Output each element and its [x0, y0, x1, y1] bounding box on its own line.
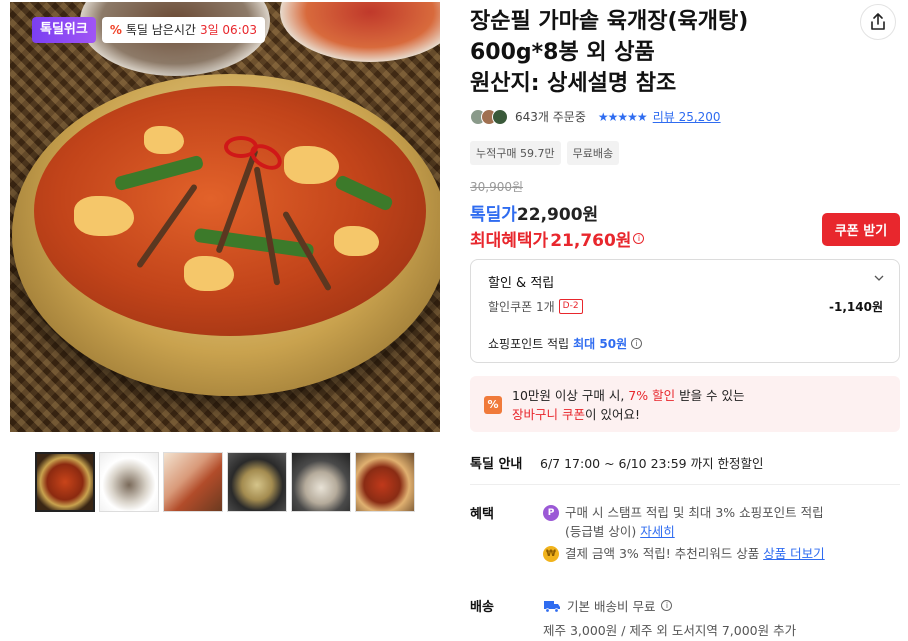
product-chips: 누적구매 59.7만 무료배송 — [470, 141, 620, 165]
thumbnail-1[interactable] — [35, 452, 95, 512]
main-product-image[interactable]: 톡딜위크 % 톡딜 남은시간 3일 06:03 — [10, 2, 440, 432]
coupon-row: 할인쿠폰 1개 D-2 — [488, 298, 583, 315]
cumulative-purchase-chip: 누적구매 59.7만 — [470, 141, 561, 165]
max-benefit-label: 최대혜택가 — [470, 231, 549, 251]
promo-text-part: 받을 수 있는 — [675, 388, 745, 403]
promo-text-part: 이 있어요! — [584, 407, 640, 422]
points-label: 쇼핑포인트 적립 — [488, 337, 570, 351]
deal-price-label: 톡딜가 — [470, 205, 517, 225]
timer-value: 3일 06:03 — [199, 23, 258, 37]
points-row: 쇼핑포인트 적립 최대 50원 i — [488, 335, 643, 352]
benefit-heading: 할인 & 적립 — [488, 276, 555, 291]
product-meta: 643개 주문중 ★★★★★ 리뷰 25,200 — [470, 108, 721, 125]
shipping-info: 기본 배송비 무료 i — [543, 596, 673, 615]
percent-icon: % — [109, 23, 122, 37]
timer-label: 톡딜 남은시간 — [125, 23, 196, 37]
thumbnail-4[interactable] — [227, 452, 287, 512]
discount-benefit-box[interactable]: 할인 & 적립 할인쿠폰 1개 D-2 -1,140원 쇼핑포인트 적립 최대 … — [470, 259, 900, 363]
share-icon — [871, 13, 885, 30]
cart-coupon-label: 장바구니 쿠폰 — [512, 407, 585, 422]
deal-price-row: 톡딜가22,900원 — [470, 200, 598, 225]
free-shipping-chip: 무료배송 — [566, 141, 620, 165]
point-coin-icon: P — [543, 505, 559, 521]
more-products-link[interactable]: 상품 더보기 — [763, 546, 824, 561]
thumbnail-3[interactable] — [163, 452, 223, 512]
reward-benefit: ₩ 결제 금액 3% 적립! 추천리워드 상품 상품 더보기 — [543, 544, 825, 563]
details-link[interactable]: 자세히 — [640, 524, 675, 539]
promo-text-part: 10만원 이상 구매 시, — [512, 388, 629, 403]
stamp-benefit: P 구매 시 스탬프 적립 및 최대 3% 쇼핑포인트 적립 (등급별 상이) … — [543, 503, 824, 541]
avatar — [492, 108, 508, 125]
truck-icon — [544, 600, 560, 613]
deal-info-label: 톡딜 안내 — [470, 457, 523, 472]
coupon-dday-tag: D-2 — [558, 299, 583, 314]
deal-price: 22,900원 — [516, 205, 599, 225]
shipping-fee: 기본 배송비 무료 — [567, 599, 656, 614]
soup-image — [34, 86, 426, 336]
benefits-label: 혜택 — [470, 507, 494, 522]
buyer-avatars — [470, 108, 508, 125]
reward-benefit-text: 결제 금액 3% 적립! 추천리워드 상품 — [565, 546, 764, 561]
points-value: 최대 50원 — [573, 337, 628, 351]
rating-stars: ★★★★★ — [597, 109, 648, 124]
coupon-label: 할인쿠폰 1개 — [488, 300, 555, 314]
talkdeal-week-label: 톡딜위크 — [32, 17, 96, 43]
info-icon[interactable]: i — [631, 338, 643, 349]
review-link[interactable]: 리뷰 25,200 — [653, 108, 721, 125]
promo-text: 10만원 이상 구매 시, 7% 할인 받을 수 있는 장바구니 쿠폰이 있어요… — [512, 386, 745, 424]
product-title: 장순필 가마솥 육개장(육개탕) 600g*8봉 외 상품 원산지: 상세설명 … — [470, 9, 749, 96]
stamp-benefit-note: (등급별 상이) — [565, 524, 641, 539]
info-icon[interactable]: i — [633, 233, 645, 244]
max-benefit-price: 21,760원 — [550, 231, 632, 251]
shipping-label: 배송 — [470, 600, 494, 615]
shipping-extra-fee: 제주 3,000원 / 제주 외 도서지역 7,000원 추가 — [543, 623, 797, 638]
max-benefit-price-row: 최대혜택가 21,760원 i — [470, 226, 645, 251]
deal-badge: 톡딜위크 % 톡딜 남은시간 3일 06:03 — [32, 17, 266, 43]
percent-icon: % — [484, 396, 502, 414]
stamp-benefit-text: 구매 시 스탬프 적립 및 최대 3% 쇼핑포인트 적립 — [565, 505, 824, 520]
divider — [470, 484, 900, 485]
original-price: 30,900원 — [470, 180, 524, 194]
thumbnail-5[interactable] — [291, 452, 351, 512]
thumbnail-6[interactable] — [355, 452, 415, 512]
thumbnail-2[interactable] — [99, 452, 159, 512]
info-icon[interactable]: i — [661, 600, 673, 611]
get-coupon-button[interactable]: 쿠폰 받기 — [822, 213, 900, 246]
order-count: 643개 주문중 — [515, 110, 586, 124]
deal-timer: % 톡딜 남은시간 3일 06:03 — [101, 17, 266, 43]
thumbnail-list — [35, 452, 415, 512]
cart-coupon-promo[interactable]: % 10만원 이상 구매 시, 7% 할인 받을 수 있는 장바구니 쿠폰이 있… — [470, 376, 900, 432]
won-coin-icon: ₩ — [543, 546, 559, 562]
coupon-amount: -1,140원 — [829, 300, 883, 314]
promo-discount: 7% 할인 — [628, 388, 676, 403]
deal-info-value: 6/7 17:00 ~ 6/10 23:59 까지 한정할인 — [540, 456, 764, 471]
share-button[interactable] — [860, 4, 896, 40]
chevron-down-icon[interactable] — [873, 272, 885, 287]
